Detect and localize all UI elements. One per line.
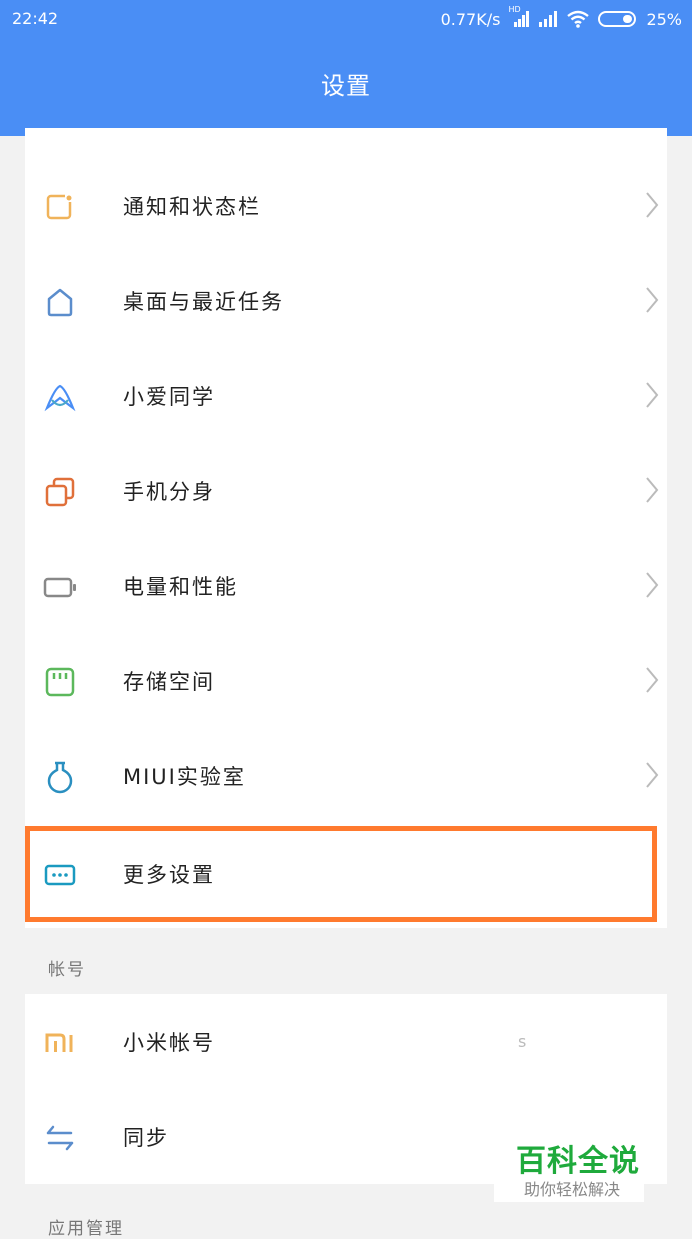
watermark-sub: 助你轻松解决 bbox=[524, 1180, 621, 1199]
settings-item-label: 手机分身 bbox=[123, 480, 215, 504]
settings-item-label: 电量和性能 bbox=[123, 575, 238, 599]
chevron-right-icon bbox=[646, 572, 659, 598]
settings-item-storage[interactable]: 存储空间 bbox=[25, 633, 667, 728]
section-title-apps: 应用管理 bbox=[48, 1219, 124, 1239]
signal-icon bbox=[538, 10, 558, 28]
watermark-main: 百科全说 bbox=[516, 1144, 640, 1179]
xiaoai-icon bbox=[44, 384, 76, 412]
settings-item-xiaoai[interactable]: 小爱同学 bbox=[25, 348, 667, 443]
settings-item-label: 桌面与最近任务 bbox=[123, 290, 284, 314]
battery-percent: 25% bbox=[646, 9, 682, 29]
home-icon bbox=[47, 288, 73, 317]
settings-item-home[interactable]: 桌面与最近任务 bbox=[25, 253, 667, 348]
settings-list: 通知和状态栏 桌面与最近任务 小爱同学 手机分身 电量和性能 存储空间 MIUI… bbox=[25, 128, 667, 928]
settings-item-label: 存储空间 bbox=[123, 670, 215, 694]
wifi-icon bbox=[566, 10, 590, 28]
lab-flask-icon bbox=[47, 761, 73, 794]
chevron-right-icon bbox=[646, 382, 659, 408]
chevron-right-icon bbox=[646, 477, 659, 503]
dual-phone-icon bbox=[45, 477, 75, 507]
settings-item-battery[interactable]: 电量和性能 bbox=[25, 538, 667, 633]
hd-label: HD bbox=[508, 5, 521, 14]
chevron-right-icon bbox=[646, 192, 659, 218]
section-title-account: 帐号 bbox=[48, 960, 86, 980]
hd-signal-icon: HD bbox=[508, 5, 530, 29]
watermark: 百科全说 助你轻松解决 bbox=[494, 1130, 644, 1202]
settings-item-label: 小爱同学 bbox=[123, 385, 215, 409]
battery-icon bbox=[43, 577, 76, 598]
sync-icon bbox=[46, 1125, 74, 1151]
settings-item-mi-account[interactable]: 小米帐号 bbox=[25, 994, 667, 1089]
partial-text: s bbox=[518, 1032, 527, 1051]
chevron-right-icon bbox=[646, 287, 659, 313]
storage-icon bbox=[45, 667, 75, 697]
settings-item-label: MIUI实验室 bbox=[123, 765, 246, 789]
settings-item-dual-phone[interactable]: 手机分身 bbox=[25, 443, 667, 538]
mi-logo-icon bbox=[45, 1033, 73, 1052]
settings-item-miui-lab[interactable]: MIUI实验室 bbox=[25, 728, 667, 823]
settings-item-label: 通知和状态栏 bbox=[123, 195, 261, 219]
settings-item-label: 更多设置 bbox=[123, 863, 215, 887]
header-bar: 22:42 0.77K/s HD 25% 设置 bbox=[0, 0, 692, 136]
page-title: 设置 bbox=[321, 72, 371, 100]
status-indicators: 0.77K/s HD 25% bbox=[440, 5, 682, 29]
status-bar: 22:42 0.77K/s HD 25% bbox=[0, 0, 692, 36]
settings-item-notifications[interactable]: 通知和状态栏 bbox=[25, 158, 667, 253]
battery-status-icon bbox=[598, 10, 638, 28]
settings-item-label: 小米帐号 bbox=[123, 1031, 215, 1055]
settings-item-more[interactable]: 更多设置 bbox=[25, 826, 657, 921]
chevron-right-icon bbox=[646, 762, 659, 788]
more-settings-icon bbox=[44, 864, 76, 886]
settings-item-label: 同步 bbox=[123, 1126, 169, 1150]
network-speed: 0.77K/s bbox=[440, 9, 501, 29]
status-time: 22:42 bbox=[12, 9, 59, 28]
notification-icon bbox=[46, 193, 74, 220]
chevron-right-icon bbox=[646, 667, 659, 693]
